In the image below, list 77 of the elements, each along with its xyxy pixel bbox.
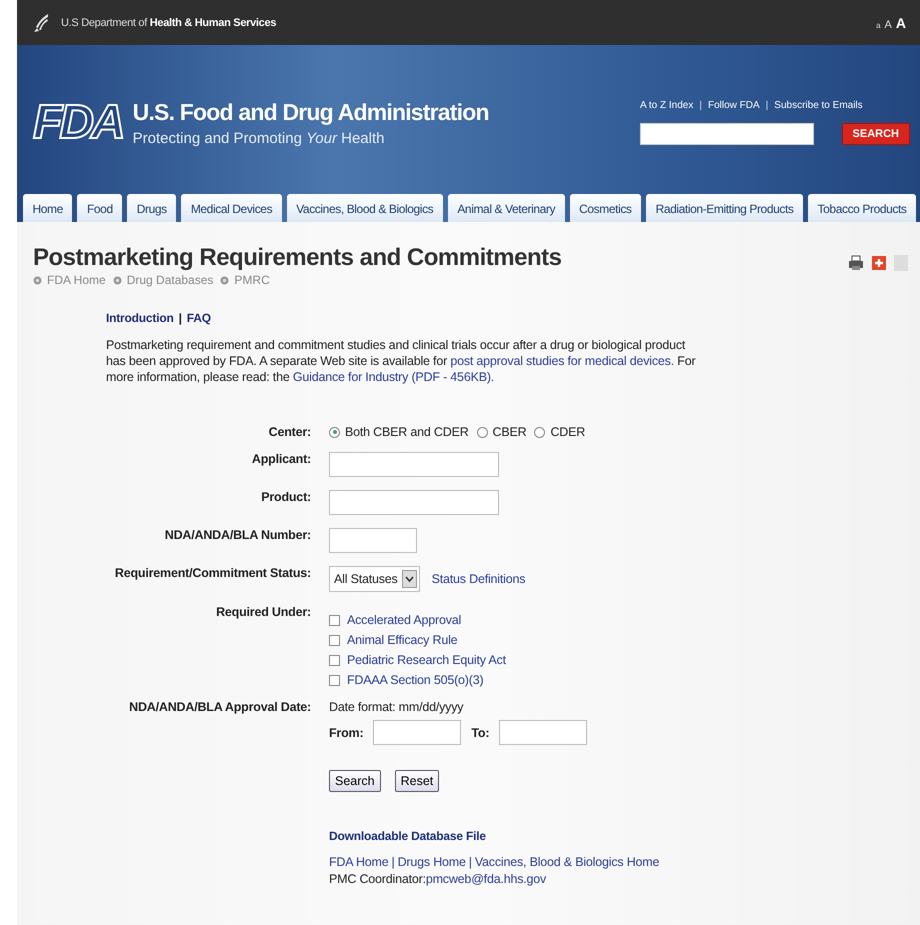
footer-link[interactable]: Vaccines, Blood & Biologics Home: [474, 854, 660, 871]
plus-icon[interactable]: [872, 256, 886, 270]
field-label: Product:: [260, 490, 311, 506]
text-size-link[interactable]: a: [876, 20, 881, 30]
field-label: Required Under:: [215, 605, 311, 621]
bullet-icon: [33, 276, 42, 284]
field-label: To:: [471, 726, 490, 740]
nav-tab[interactable]: Cosmetics: [570, 194, 642, 222]
separator: |: [178, 311, 182, 325]
input-field[interactable]: [329, 528, 417, 553]
radio-label[interactable]: CDER: [550, 425, 586, 439]
radio-button[interactable]: [534, 426, 546, 438]
sub-nav-link[interactable]: FAQ: [186, 311, 211, 325]
date-field[interactable]: [499, 720, 588, 745]
radio-label[interactable]: Both CBER and CDER: [345, 425, 469, 439]
tagline: Protecting and Promoting Your Health: [132, 130, 386, 146]
fda-logo[interactable]: FDA: [33, 95, 123, 150]
nav-tab[interactable]: Tobacco Products: [808, 194, 916, 222]
site-title: U.S. Food and Drug Administration: [132, 98, 489, 126]
nav-tab[interactable]: Animal & Veterinary: [448, 194, 565, 222]
separator: |: [699, 100, 702, 111]
footer-link[interactable]: FDA Home: [329, 854, 389, 871]
text-size-link[interactable]: A: [896, 14, 906, 30]
nav-tab[interactable]: Food: [77, 194, 122, 222]
checkbox-label[interactable]: Accelerated Approval: [347, 613, 462, 627]
field-label: Applicant:: [250, 452, 311, 468]
separator: |: [392, 854, 395, 871]
field-label: From:: [329, 726, 364, 740]
nav-tab[interactable]: Medical Devices: [181, 194, 282, 222]
field-label: Center:: [268, 425, 311, 439]
nav-tab[interactable]: Home: [23, 194, 72, 222]
checkbox-label[interactable]: Animal Efficacy Rule: [347, 633, 458, 647]
form-button[interactable]: Search: [329, 770, 381, 792]
field-label: NDA/ANDA/BLA Number:: [164, 528, 311, 544]
input-field[interactable]: [329, 490, 499, 515]
bullet-icon: [112, 276, 122, 284]
field-label: Requirement/Commitment Status:: [114, 566, 311, 582]
nav-tab[interactable]: Drugs: [127, 194, 176, 222]
header-link[interactable]: Follow FDA: [708, 100, 760, 111]
status-dropdown[interactable]: All Statuses: [329, 566, 420, 592]
sub-nav-link[interactable]: Introduction: [106, 311, 174, 325]
coordinator-label: PMC Coordinator:: [329, 872, 426, 886]
checkbox-label[interactable]: FDAAA Section 505(o)(3): [347, 673, 484, 687]
email-link[interactable]: pmcweb@fda.hhs.gov: [426, 872, 546, 886]
search-field[interactable]: [640, 123, 814, 145]
checkbox[interactable]: [329, 654, 340, 666]
checkbox-label[interactable]: Pediatric Research Equity Act: [347, 653, 506, 667]
checkbox[interactable]: [329, 634, 340, 646]
separator: |: [468, 854, 472, 871]
eagle-icon: [33, 12, 51, 32]
radio-button[interactable]: [329, 426, 340, 438]
department-name[interactable]: U.S Department of Health & Human Services: [61, 16, 276, 28]
field-label: NDA/ANDA/BLA Approval Date:: [128, 700, 311, 716]
radio-label[interactable]: CBER: [492, 425, 526, 439]
text-link[interactable]: Guidance for Industry (PDF - 456KB).: [292, 370, 494, 384]
nav-tab[interactable]: Vaccines, Blood & Biologics: [286, 194, 443, 222]
date-format-hint: Date format: mm/dd/yyyy: [329, 700, 464, 714]
footer-link[interactable]: Drugs Home: [398, 854, 466, 871]
date-field[interactable]: [373, 720, 462, 745]
header-link[interactable]: Subscribe to Emails: [774, 100, 863, 111]
text-size-link[interactable]: A: [884, 18, 892, 30]
header-link[interactable]: A to Z Index: [640, 100, 694, 111]
checkbox[interactable]: [329, 614, 340, 626]
intro-paragraph: Postmarketing requirement and commitment studies and clinical trials occur after a drug or biological product has been approved by FDA. A separate Web site is available for post approval studies for medical devices. For more information, please read: the Guidance for Industry (PDF - 456KB).: [106, 337, 696, 385]
text-link[interactable]: post approval studies for medical devices.: [450, 354, 674, 368]
nav-tab[interactable]: Radiation-Emitting Products: [646, 194, 804, 222]
page-title: Postmarketing Requirements and Commitments: [33, 244, 562, 272]
search-button[interactable]: SEARCH: [842, 123, 910, 145]
form-button[interactable]: Reset: [394, 770, 440, 792]
print-icon[interactable]: [848, 255, 864, 271]
input-field[interactable]: [329, 452, 499, 477]
download-link[interactable]: Downloadable Database File: [329, 828, 486, 845]
bullet-icon: [220, 276, 230, 284]
separator: |: [766, 100, 768, 111]
checkbox[interactable]: [329, 674, 340, 686]
status-definitions-link[interactable]: Status Definitions: [432, 572, 526, 586]
radio-button[interactable]: [476, 426, 488, 438]
